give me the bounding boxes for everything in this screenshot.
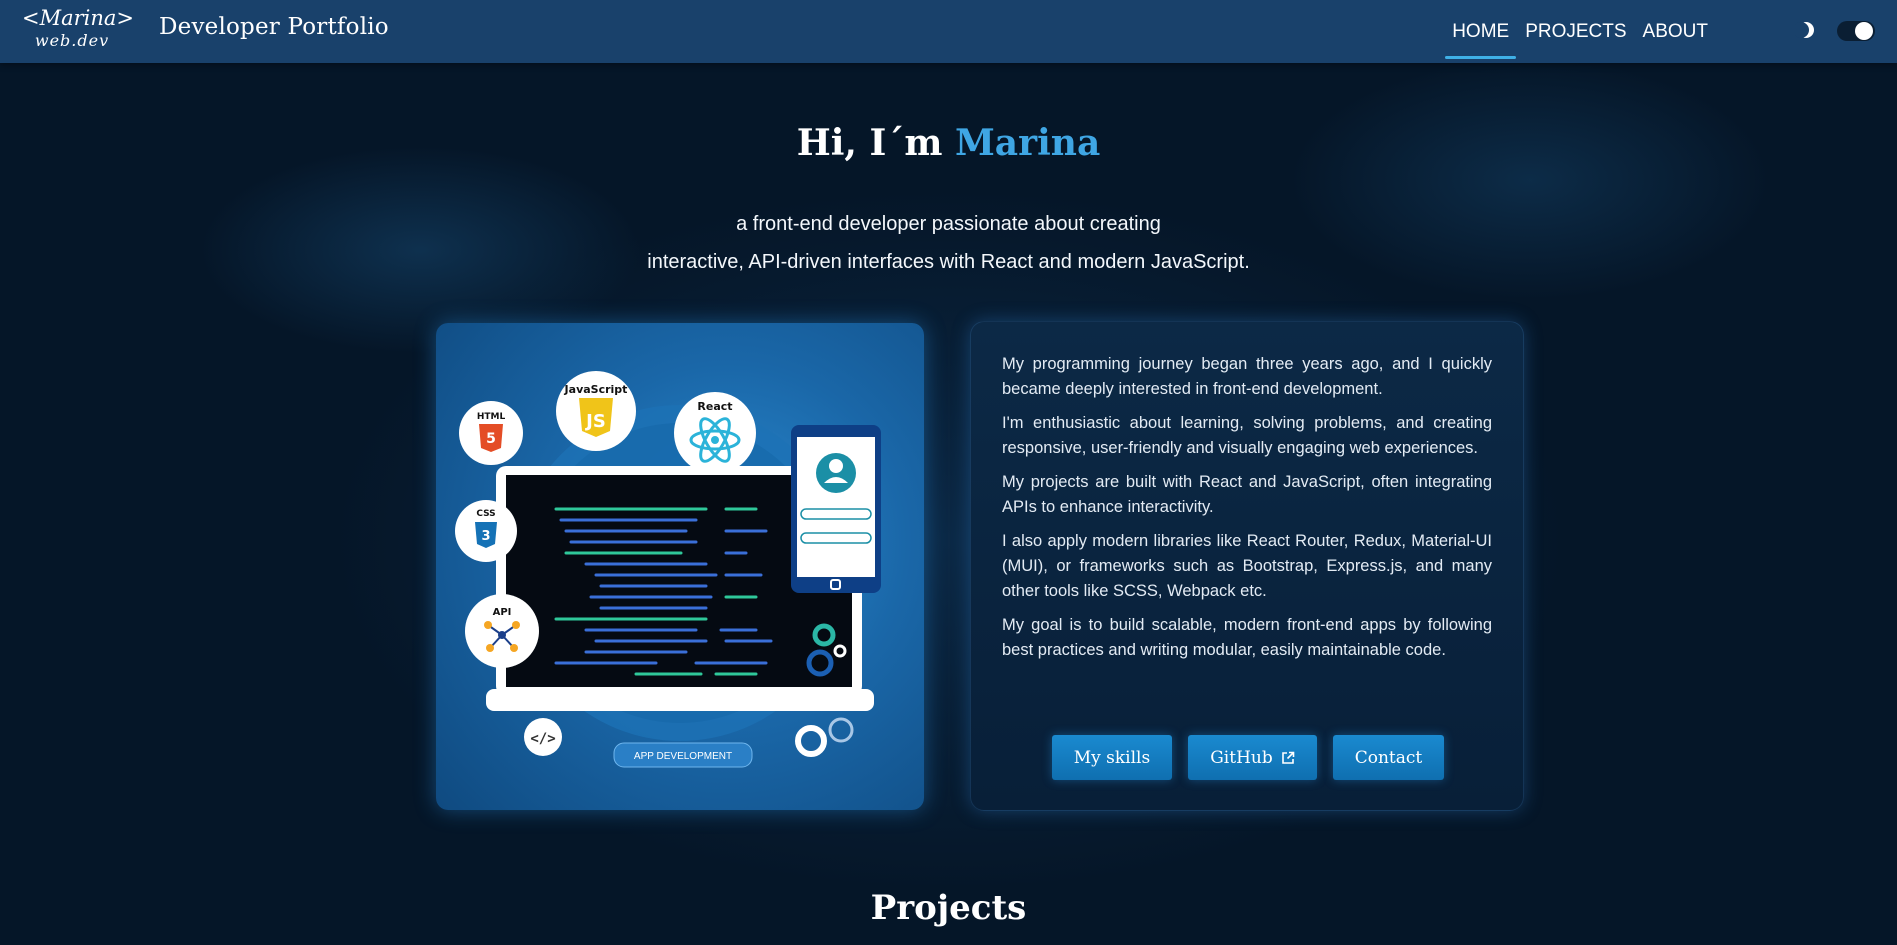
api-label: API	[493, 607, 512, 618]
hero-subtitle: a front-end developer passionate about c…	[0, 205, 1897, 281]
svg-text:3: 3	[481, 529, 490, 544]
hero-name: Marina	[954, 122, 1101, 164]
about-paragraph-5: My goal is to build scalable, modern fro…	[1002, 616, 1492, 659]
toggle-knob	[1855, 22, 1873, 40]
logo-line1: <Marina>	[22, 6, 135, 30]
hero-title: Hi, I´m Marina	[0, 122, 1897, 164]
github-button[interactable]: GitHub	[1188, 735, 1317, 780]
hero-subtitle-line2: interactive, API-driven interfaces with …	[647, 251, 1250, 273]
nav-home-link[interactable]: HOME	[1444, 4, 1517, 59]
projects-heading: Projects	[870, 888, 1027, 928]
theme-toggle[interactable]	[1837, 21, 1875, 41]
svg-text:5: 5	[486, 431, 496, 447]
hero-subtitle-line1: a front-end developer passionate about c…	[736, 213, 1161, 235]
github-label: GitHub	[1210, 747, 1273, 768]
nav-links: HOME PROJECTS ABOUT	[1444, 0, 1716, 63]
app-development-illustration: HTML 5 JavaScript JS React CSS 3 API </>	[436, 323, 924, 810]
react-label: React	[697, 400, 732, 413]
about-card: My programming journey began three years…	[970, 321, 1524, 811]
css-label: CSS	[476, 509, 495, 519]
navbar: <Marina> web.dev Developer Portfolio HOM…	[0, 0, 1897, 63]
contact-label: Contact	[1354, 747, 1423, 768]
about-paragraph-4: I also apply modern libraries like React…	[1002, 532, 1492, 600]
my-skills-button[interactable]: My skills	[1051, 735, 1173, 780]
app-development-banner: APP DEVELOPMENT	[634, 751, 732, 762]
about-paragraph-2: I'm enthusiastic about learning, solving…	[1002, 414, 1492, 457]
about-paragraph-3: My projects are built with React and Jav…	[1002, 473, 1492, 516]
html-label: HTML	[477, 412, 506, 422]
hero-greeting: Hi, I´m	[796, 122, 955, 164]
svg-text:</>: </>	[530, 731, 555, 747]
brand-title: Developer Portfolio	[159, 14, 389, 40]
nav-projects-link[interactable]: PROJECTS	[1517, 4, 1634, 59]
about-buttons: My skills GitHub Contact	[971, 735, 1525, 780]
logo-line2: web.dev	[34, 31, 110, 50]
external-link-icon	[1281, 751, 1295, 764]
logo[interactable]: <Marina> web.dev	[22, 5, 135, 57]
moon-icon[interactable]	[1795, 19, 1817, 41]
contact-button[interactable]: Contact	[1332, 735, 1445, 780]
about-paragraph-1: My programming journey began three years…	[1002, 355, 1492, 398]
nav-about-link[interactable]: ABOUT	[1635, 4, 1716, 59]
svg-text:JS: JS	[584, 411, 606, 432]
my-skills-label: My skills	[1073, 747, 1151, 768]
js-label: JavaScript	[564, 383, 628, 396]
